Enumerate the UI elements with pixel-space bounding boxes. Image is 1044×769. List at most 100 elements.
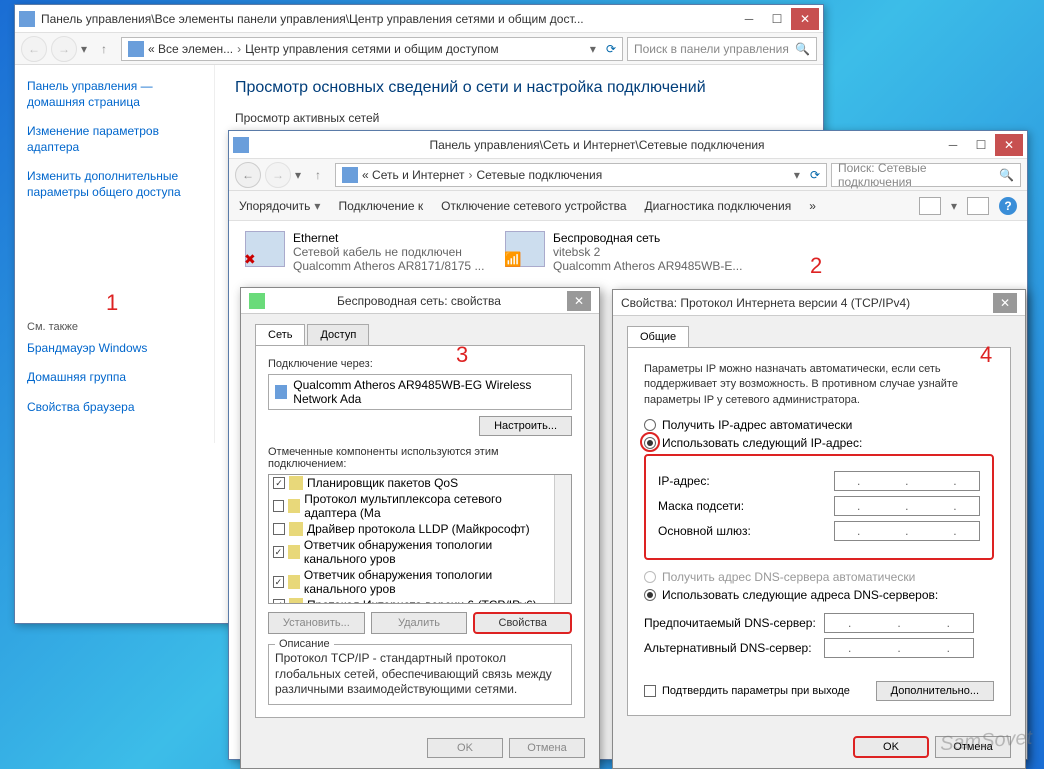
ip-address-field[interactable]: ... xyxy=(834,471,980,491)
tab-network[interactable]: Сеть xyxy=(255,324,305,345)
close-button[interactable]: ✕ xyxy=(791,8,819,30)
alternate-dns-field[interactable]: ... xyxy=(824,638,974,658)
radio-icon xyxy=(644,589,656,601)
search-box[interactable]: Поиск: Сетевые подключения 🔍 xyxy=(831,163,1021,187)
ok-button[interactable]: OK xyxy=(427,738,503,758)
more-commands[interactable]: » xyxy=(809,199,816,213)
component-topo1[interactable]: ✓Ответчик обнаружения топологии канально… xyxy=(269,537,554,567)
checkbox[interactable]: ✓ xyxy=(273,477,285,489)
sidebar-link-adapter-settings[interactable]: Изменение параметров адаптера xyxy=(27,124,202,155)
connection-adapter: Qualcomm Atheros AR9485WB-E... xyxy=(553,259,745,273)
component-lldp[interactable]: Драйвер протокола LLDP (Майкрософт) xyxy=(269,521,554,537)
radio-icon xyxy=(644,571,656,583)
ok-button[interactable]: OK xyxy=(853,736,929,758)
minimize-button[interactable]: ─ xyxy=(735,8,763,30)
breadcrumb-1[interactable]: « Сеть и Интернет xyxy=(362,168,464,182)
breadcrumb-prefix[interactable]: « Все элемен... xyxy=(148,42,233,56)
checkbox[interactable]: ✓ xyxy=(273,599,285,604)
adapter-box: Qualcomm Atheros AR9485WB-EG Wireless Ne… xyxy=(268,374,572,410)
up-button[interactable]: ↑ xyxy=(305,162,331,188)
sidebar-link-homegroup[interactable]: Домашняя группа xyxy=(27,370,202,386)
address-bar[interactable]: « Сеть и Интернет › Сетевые подключения … xyxy=(335,163,827,187)
components-list[interactable]: ✓Планировщик пакетов QoS Протокол мульти… xyxy=(268,474,572,604)
history-dropdown[interactable]: ▾ xyxy=(295,168,301,182)
validate-checkbox[interactable] xyxy=(644,685,656,697)
diagnose-button[interactable]: Диагностика подключения xyxy=(645,199,792,213)
adapter-icon xyxy=(275,385,287,399)
properties-button[interactable]: Свойства xyxy=(473,612,572,634)
radio-auto-ip[interactable]: Получить IP-адрес автоматически xyxy=(644,418,994,432)
vertical-scrollbar[interactable] xyxy=(554,475,571,603)
sidebar-link-browser-props[interactable]: Свойства браузера xyxy=(27,400,202,416)
subnet-mask-field[interactable]: ... xyxy=(834,496,980,516)
sidebar-link-advanced-sharing[interactable]: Изменить дополнительные параметры общего… xyxy=(27,169,202,200)
view-dropdown[interactable]: ▾ xyxy=(951,199,957,213)
component-label: Протокол мультиплексора сетевого адаптер… xyxy=(304,492,550,520)
install-button[interactable]: Установить... xyxy=(268,612,365,634)
up-button[interactable]: ↑ xyxy=(91,36,117,62)
close-button[interactable]: ✕ xyxy=(993,293,1017,313)
forward-button[interactable]: → xyxy=(265,162,291,188)
dialog-titlebar: Свойства: Протокол Интернета версии 4 (T… xyxy=(613,290,1025,316)
close-button[interactable]: ✕ xyxy=(995,134,1023,156)
close-button[interactable]: ✕ xyxy=(567,291,591,311)
refresh-icon[interactable]: ⟳ xyxy=(810,168,820,182)
cancel-button[interactable]: Отмена xyxy=(935,736,1011,758)
refresh-icon[interactable]: ⟳ xyxy=(606,42,616,56)
configure-button[interactable]: Настроить... xyxy=(479,416,572,436)
history-dropdown[interactable]: ▾ xyxy=(81,42,87,56)
connect-using-label: Подключение через: xyxy=(268,358,572,370)
help-icon[interactable]: ? xyxy=(999,197,1017,215)
disable-device-button[interactable]: Отключение сетевого устройства xyxy=(441,199,626,213)
component-label: Протокол Интернета версии 6 (TCP/IPv6) xyxy=(307,598,537,604)
radio-manual-ip[interactable]: Использовать следующий IP-адрес: xyxy=(644,436,994,450)
checkbox[interactable] xyxy=(273,523,285,535)
sidebar-link-firewall[interactable]: Брандмауэр Windows xyxy=(27,341,202,357)
forward-button[interactable]: → xyxy=(51,36,77,62)
tab-general[interactable]: Общие xyxy=(627,326,689,347)
sidebar-link-home[interactable]: Панель управления — домашняя страница xyxy=(27,79,202,110)
connect-to-button[interactable]: Подключение к xyxy=(338,199,423,213)
preferred-dns-field[interactable]: ... xyxy=(824,613,974,633)
minimize-button[interactable]: ─ xyxy=(939,134,967,156)
cancel-button[interactable]: Отмена xyxy=(509,738,585,758)
search-icon[interactable]: 🔍 xyxy=(795,42,810,56)
breadcrumb-current[interactable]: Центр управления сетями и общим доступом xyxy=(245,42,499,56)
component-ipv6[interactable]: ✓ Протокол Интернета версии 6 (TCP/IPv6) xyxy=(269,597,554,604)
addr-dropdown[interactable]: ▾ xyxy=(794,168,800,182)
app-icon xyxy=(19,11,35,27)
breadcrumb-2[interactable]: Сетевые подключения xyxy=(476,168,602,182)
checkbox[interactable]: ✓ xyxy=(273,576,284,588)
uninstall-button[interactable]: Удалить xyxy=(371,612,468,634)
maximize-button[interactable]: ☐ xyxy=(763,8,791,30)
address-bar[interactable]: « Все элемен... › Центр управления сетям… xyxy=(121,37,623,61)
tab-sharing[interactable]: Доступ xyxy=(307,324,369,345)
addr-dropdown[interactable]: ▾ xyxy=(590,42,596,56)
component-qos[interactable]: ✓Планировщик пакетов QoS xyxy=(269,475,554,491)
component-icon xyxy=(289,598,303,604)
component-label: Ответчик обнаружения топологии канальног… xyxy=(304,568,550,596)
connection-ethernet[interactable]: Ethernet Сетевой кабель не подключен Qua… xyxy=(235,225,495,279)
back-button[interactable]: ← xyxy=(21,36,47,62)
checkbox[interactable]: ✓ xyxy=(273,546,284,558)
gateway-field[interactable]: ... xyxy=(834,521,980,541)
explorer-toolbar: ← → ▾ ↑ « Сеть и Интернет › Сетевые подк… xyxy=(229,159,1027,191)
back-button[interactable]: ← xyxy=(235,162,261,188)
description-label: Описание xyxy=(275,637,334,651)
dialog-footer: OK Отмена xyxy=(613,726,1025,768)
radio-manual-dns[interactable]: Использовать следующие адреса DNS-сервер… xyxy=(644,588,994,602)
search-box[interactable]: Поиск в панели управления 🔍 xyxy=(627,37,817,61)
checkbox[interactable] xyxy=(273,500,284,512)
component-mux[interactable]: Протокол мультиплексора сетевого адаптер… xyxy=(269,491,554,521)
annotation-3: 3 xyxy=(456,342,468,368)
explorer-toolbar: ← → ▾ ↑ « Все элемен... › Центр управлен… xyxy=(15,33,823,65)
component-topo2[interactable]: ✓ Ответчик обнаружения топологии канально… xyxy=(269,567,554,597)
organize-menu[interactable]: Упорядочить ▾ xyxy=(239,199,320,213)
wifi-icon xyxy=(505,231,545,267)
view-icon-1[interactable] xyxy=(919,197,941,215)
advanced-button[interactable]: Дополнительно... xyxy=(876,681,994,701)
search-icon[interactable]: 🔍 xyxy=(999,168,1014,182)
view-icon-2[interactable] xyxy=(967,197,989,215)
maximize-button[interactable]: ☐ xyxy=(967,134,995,156)
connection-wireless[interactable]: Беспроводная сеть vitebsk 2 Qualcomm Ath… xyxy=(495,225,755,279)
